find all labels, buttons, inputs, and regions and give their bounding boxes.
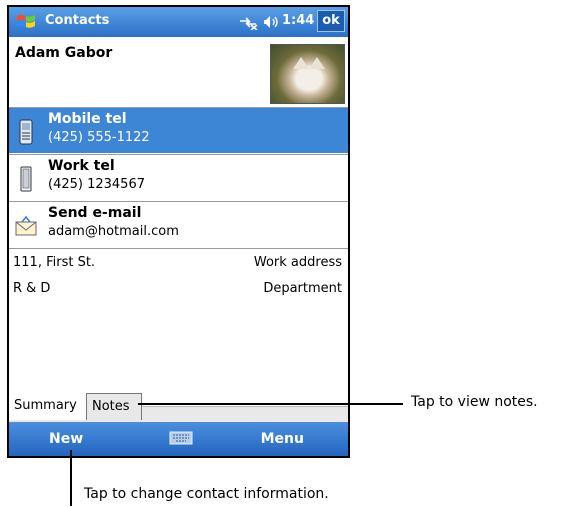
work-tel-label: Work tel bbox=[48, 158, 115, 174]
connectivity-icon[interactable] bbox=[237, 14, 259, 30]
volume-icon[interactable] bbox=[263, 14, 281, 30]
menu-button[interactable]: Menu bbox=[261, 431, 304, 447]
work-tel-row[interactable]: Work tel (425) 1234567 bbox=[9, 155, 348, 200]
pocketpc-screen: Contacts 1:44 ok Adam Gabor Mobile tel (… bbox=[7, 5, 350, 458]
tab-summary[interactable]: Summary bbox=[9, 393, 86, 420]
callout-line-new bbox=[70, 450, 72, 506]
clock[interactable]: 1:44 bbox=[282, 13, 314, 28]
mobile-tel-label: Mobile tel bbox=[48, 111, 127, 127]
work-phone-icon bbox=[20, 166, 32, 192]
mobile-phone-icon bbox=[19, 119, 33, 145]
email-address: adam@hotmail.com bbox=[48, 224, 179, 239]
title-bar: Contacts 1:44 ok bbox=[9, 7, 348, 37]
mobile-tel-value: (425) 555-1122 bbox=[48, 130, 150, 145]
tab-notes[interactable]: Notes bbox=[86, 393, 142, 420]
mobile-tel-row[interactable]: Mobile tel (425) 555-1122 bbox=[9, 108, 348, 153]
contact-photo bbox=[270, 44, 345, 104]
field-label: Department bbox=[263, 281, 342, 296]
ok-button[interactable]: ok bbox=[317, 10, 345, 32]
email-envelope-icon bbox=[15, 215, 37, 236]
work-tel-value: (425) 1234567 bbox=[48, 177, 145, 192]
send-email-label: Send e-mail bbox=[48, 205, 142, 221]
app-title: Contacts bbox=[45, 13, 110, 28]
keyboard-icon[interactable] bbox=[169, 430, 193, 446]
divider bbox=[9, 248, 348, 249]
new-button[interactable]: New bbox=[49, 431, 83, 447]
field-value: 111, First St. bbox=[13, 255, 96, 270]
windows-start-icon[interactable] bbox=[15, 12, 37, 32]
callout-new: Tap to change contact information. bbox=[84, 486, 329, 502]
work-address-field: 111, First St. Work address bbox=[9, 255, 348, 275]
field-value: R & D bbox=[13, 281, 51, 296]
department-field: R & D Department bbox=[9, 281, 348, 301]
field-label: Work address bbox=[253, 255, 342, 270]
callout-notes: Tap to view notes. bbox=[411, 394, 538, 410]
callout-line-notes bbox=[138, 403, 403, 405]
send-email-row[interactable]: Send e-mail adam@hotmail.com bbox=[9, 202, 348, 247]
menu-bar: New Menu bbox=[9, 422, 348, 456]
contact-name: Adam Gabor bbox=[15, 45, 113, 61]
